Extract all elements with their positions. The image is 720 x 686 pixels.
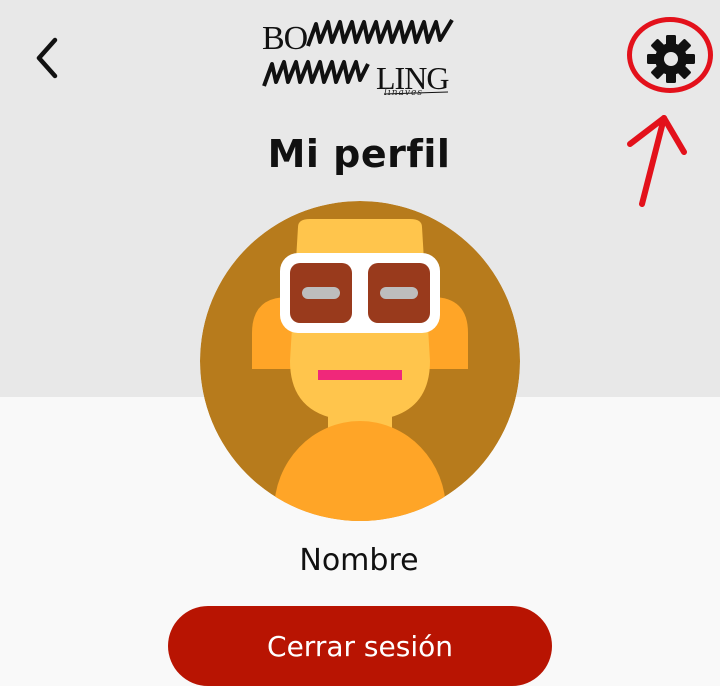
brand-logo: BO LING linaves — [258, 10, 458, 100]
chevron-left-icon — [36, 37, 58, 79]
back-button[interactable] — [22, 30, 72, 86]
logout-button[interactable]: Cerrar sesión — [168, 606, 552, 686]
settings-highlight-circle — [627, 17, 713, 93]
avatar[interactable] — [200, 201, 520, 521]
profile-name: Nombre — [299, 543, 419, 578]
page-title: Mi perfil — [267, 132, 451, 176]
logo-tagline: linaves — [384, 88, 423, 98]
